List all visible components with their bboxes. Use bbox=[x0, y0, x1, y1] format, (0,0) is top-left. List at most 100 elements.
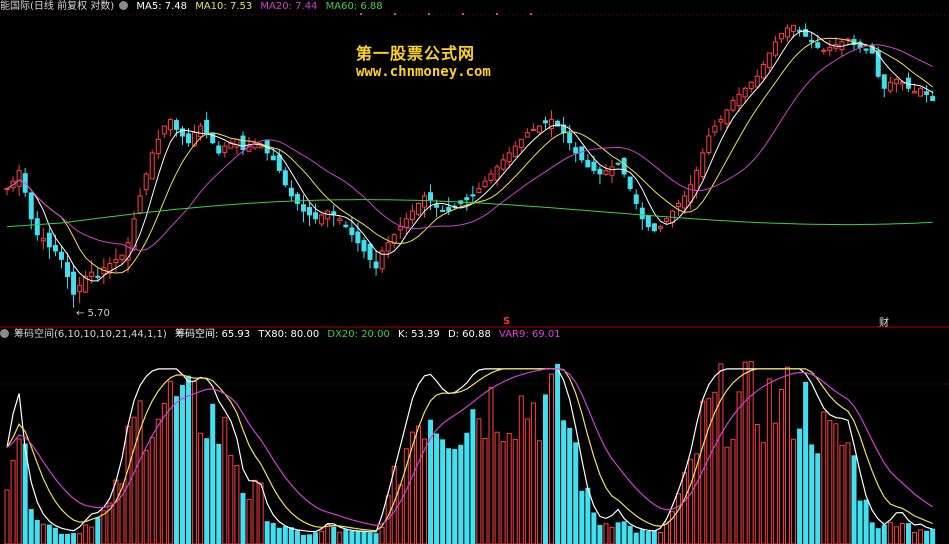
candle-body bbox=[58, 251, 64, 260]
candle-body bbox=[506, 152, 512, 163]
candle-body bbox=[887, 81, 893, 92]
indicator-bar bbox=[754, 424, 760, 544]
candle-body bbox=[276, 154, 282, 171]
candle-body bbox=[234, 138, 240, 148]
candle-body bbox=[34, 218, 40, 236]
candle-body bbox=[95, 275, 101, 278]
candle-body bbox=[282, 170, 288, 186]
indicator-bar bbox=[282, 526, 288, 544]
candle-body bbox=[518, 138, 524, 148]
indicator-bar bbox=[337, 531, 343, 544]
signal-dot bbox=[394, 13, 396, 15]
candle-body bbox=[754, 75, 760, 88]
candle-body bbox=[760, 64, 766, 79]
candle-body bbox=[403, 218, 409, 228]
indicator-bar bbox=[863, 499, 869, 544]
candle-body bbox=[639, 207, 645, 220]
stock-chart[interactable] bbox=[0, 0, 949, 544]
candle-body bbox=[567, 132, 573, 144]
indicator-bar bbox=[258, 482, 264, 544]
candle-body bbox=[52, 245, 58, 252]
indicator-bar bbox=[313, 532, 319, 544]
stock-title[interactable]: 能国际(日线 前复权 对数) bbox=[0, 1, 114, 12]
indicator-bar bbox=[760, 442, 766, 544]
candle-body bbox=[240, 135, 246, 150]
indicator-bar bbox=[264, 521, 270, 544]
indicator-bar bbox=[319, 530, 325, 544]
indicator-bar bbox=[222, 416, 228, 544]
indicator-bar bbox=[4, 489, 10, 544]
candle-body bbox=[494, 166, 500, 181]
candle-body bbox=[337, 218, 343, 222]
indicator-bar bbox=[367, 532, 373, 544]
signal-dot bbox=[496, 13, 498, 15]
candle-body bbox=[167, 119, 173, 131]
indicator-bar bbox=[325, 523, 331, 544]
indicator-bar bbox=[815, 453, 821, 544]
indicator-bar bbox=[228, 454, 234, 544]
indicator-bar bbox=[651, 530, 657, 544]
ma60-label: MA60: 6.88 bbox=[325, 1, 383, 12]
candle-body bbox=[421, 195, 427, 208]
indicator-bar bbox=[300, 534, 306, 544]
candle-body bbox=[579, 146, 585, 161]
indicator-bar bbox=[95, 517, 101, 544]
indicator-bar bbox=[633, 532, 639, 544]
indicator-bar bbox=[627, 525, 633, 544]
indicator-settings-icon[interactable] bbox=[0, 329, 9, 338]
indicator-bar bbox=[210, 403, 216, 544]
indicator-bar bbox=[216, 443, 222, 544]
candle-body bbox=[530, 128, 536, 131]
candle-body bbox=[784, 27, 790, 38]
candle-body bbox=[161, 125, 167, 135]
indicator-value-main: 筹码空间: 65.93 bbox=[174, 329, 251, 340]
indicator-bar bbox=[512, 438, 518, 544]
indicator-bar bbox=[379, 526, 385, 544]
ma5-label: MA5: 7.48 bbox=[136, 1, 188, 12]
candle-body bbox=[143, 173, 149, 191]
indicator-bar bbox=[839, 444, 845, 544]
settings-icon[interactable] bbox=[119, 1, 129, 10]
indicator-bar bbox=[476, 418, 482, 544]
candle-body bbox=[46, 232, 52, 248]
signal-dot bbox=[530, 13, 532, 15]
candle-body bbox=[428, 192, 434, 201]
indicator-bar bbox=[748, 361, 754, 544]
indicator-bar bbox=[179, 384, 185, 544]
indicator-bar bbox=[912, 531, 918, 544]
candle-body bbox=[415, 202, 421, 215]
indicator-bar bbox=[101, 510, 107, 544]
candle-body bbox=[730, 100, 736, 111]
candle-body bbox=[918, 87, 924, 97]
indicator-name[interactable]: 筹码空间(6,10,10,10,21,44,1,1) bbox=[14, 329, 167, 340]
candle-body bbox=[682, 195, 688, 209]
indicator-bar bbox=[621, 521, 627, 544]
indicator-bar bbox=[736, 391, 742, 544]
candle-body bbox=[119, 254, 125, 261]
candle-body bbox=[766, 52, 772, 68]
indicator-bar bbox=[252, 479, 258, 544]
indicator-bar bbox=[470, 409, 476, 544]
indicator-bar bbox=[173, 396, 179, 544]
candle-body bbox=[137, 195, 143, 214]
indicator-bar bbox=[567, 427, 573, 544]
indicator-bar bbox=[331, 526, 337, 544]
indicator-bar bbox=[784, 366, 790, 544]
signal-dot bbox=[428, 13, 430, 15]
indicator-bar bbox=[730, 438, 736, 544]
candle-body bbox=[113, 258, 119, 264]
indicator-bar bbox=[579, 490, 585, 544]
candle-body bbox=[349, 227, 355, 236]
indicator-value-dx20: DX20: 20.00 bbox=[327, 329, 390, 340]
candle-body bbox=[65, 262, 71, 278]
candle-body bbox=[736, 93, 742, 107]
low-price-label: ← 5.70 bbox=[76, 308, 110, 319]
candle-body bbox=[881, 74, 887, 89]
indicator-bar bbox=[270, 522, 276, 544]
candle-body bbox=[573, 147, 579, 154]
indicator-bar bbox=[724, 446, 730, 544]
indicator-bar bbox=[742, 361, 748, 544]
indicator-bar bbox=[161, 402, 167, 544]
candle-body bbox=[742, 87, 748, 98]
candle-body bbox=[821, 49, 827, 52]
